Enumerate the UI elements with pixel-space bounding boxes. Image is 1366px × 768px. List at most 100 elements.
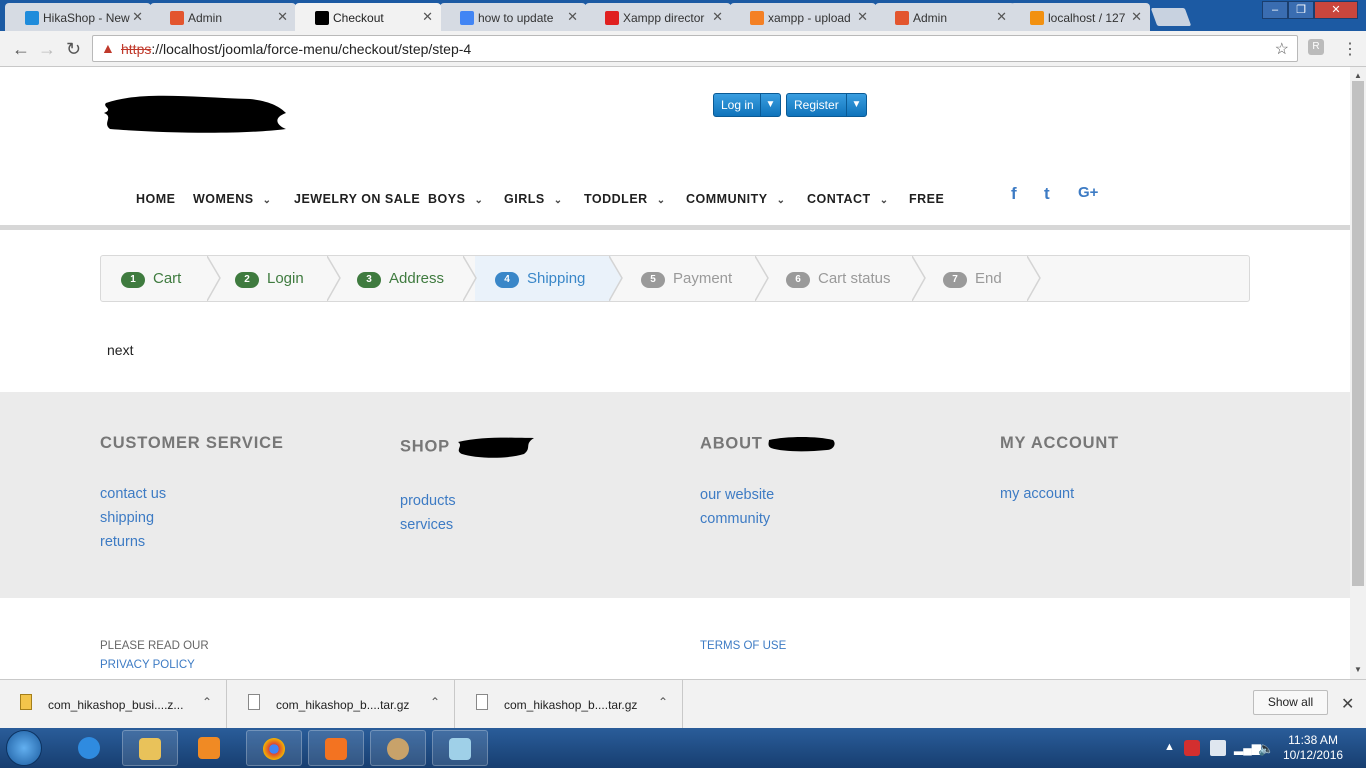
step-cart-status: 6 Cart status <box>766 256 914 301</box>
notepad-icon[interactable] <box>432 730 488 766</box>
chevron-down-icon[interactable]: ▼ <box>846 94 866 116</box>
nav-item-community[interactable]: COMMUNITY ⌄ <box>686 192 785 206</box>
close-tab-icon[interactable]: ✕ <box>996 9 1007 25</box>
footer-link[interactable]: services <box>400 516 536 534</box>
browser-tab[interactable]: how to update ✕ <box>440 3 586 31</box>
bookmark-star-icon[interactable]: ☆ <box>1275 39 1289 59</box>
paint-icon[interactable] <box>370 730 426 766</box>
antivirus-icon[interactable] <box>1184 740 1200 756</box>
extension-icon[interactable]: R <box>1308 39 1324 55</box>
minimize-button[interactable]: – <box>1262 1 1288 19</box>
footer-link[interactable]: our website <box>700 486 837 504</box>
back-icon[interactable]: ← <box>12 39 30 60</box>
footer-link[interactable]: community <box>700 510 837 528</box>
network-icon[interactable]: ▂▄▆ <box>1234 741 1261 755</box>
chevron-down-icon: ⌄ <box>553 195 563 206</box>
footer-link[interactable]: shipping <box>100 509 284 527</box>
terms-of-use-link[interactable]: TERMS OF USE <box>700 640 786 652</box>
footer-link[interactable]: contact us <box>100 485 284 503</box>
file-explorer-icon[interactable] <box>122 730 178 766</box>
nav-item-boys[interactable]: BOYS ⌄ <box>428 192 483 206</box>
new-tab-button[interactable] <box>1150 8 1192 26</box>
nav-item-womens[interactable]: WOMENS ⌄ <box>193 192 272 206</box>
footer-link[interactable]: my account <box>1000 485 1119 503</box>
scroll-down-icon[interactable]: ▼ <box>1354 665 1362 674</box>
step-separator <box>755 256 769 301</box>
facebook-icon[interactable]: f <box>1011 184 1017 204</box>
close-tab-icon[interactable]: ✕ <box>132 9 143 25</box>
tab-favicon-icon <box>170 11 184 25</box>
nav-item-contact[interactable]: CONTACT ⌄ <box>807 192 889 206</box>
close-tab-icon[interactable]: ✕ <box>712 9 723 25</box>
close-tab-icon[interactable]: ✕ <box>857 9 868 25</box>
chevron-up-icon[interactable]: ⌃ <box>202 695 212 709</box>
tab-title: Checkout <box>333 11 384 25</box>
browser-tab[interactable]: Admin ✕ <box>875 3 1015 31</box>
nav-item-home[interactable]: HOME <box>136 192 176 206</box>
google-plus-icon[interactable]: G+ <box>1078 184 1098 201</box>
reload-icon[interactable]: ↻ <box>66 39 81 60</box>
close-window-button[interactable]: ✕ <box>1314 1 1358 19</box>
step-cart[interactable]: 1 Cart <box>101 256 207 301</box>
twitter-icon[interactable]: t <box>1044 184 1050 204</box>
step-number: 1 <box>121 272 145 288</box>
footer-link[interactable]: products <box>400 492 536 510</box>
step-login[interactable]: 2 Login <box>215 256 327 301</box>
nav-item-jewelry-on-sale[interactable]: JEWELRY ON SALE <box>294 192 420 206</box>
start-button[interactable] <box>6 730 42 766</box>
action-center-icon[interactable] <box>1210 740 1226 756</box>
show-all-button[interactable]: Show all <box>1253 690 1328 715</box>
maximize-button[interactable]: ❐ <box>1288 1 1314 19</box>
tab-favicon-icon <box>1030 11 1044 25</box>
step-separator <box>912 256 926 301</box>
nav-item-girls[interactable]: GIRLS ⌄ <box>504 192 563 206</box>
browser-tab[interactable]: Checkout ✕ <box>295 3 441 31</box>
login-label: Log in <box>721 98 754 112</box>
step-address[interactable]: 3 Address <box>337 256 465 301</box>
url-path: ://localhost/joomla/force-menu/checkout/… <box>151 41 472 57</box>
tab-title: Admin <box>188 11 223 25</box>
register-button[interactable]: Register ▼ <box>786 93 867 117</box>
internet-explorer-icon[interactable] <box>62 730 118 766</box>
page-scrollbar[interactable]: ▲ ▼ <box>1350 67 1366 679</box>
forward-icon[interactable]: → <box>38 39 56 60</box>
footer-heading: ABOUT <box>700 434 763 453</box>
xampp-icon[interactable] <box>308 730 364 766</box>
close-tab-icon[interactable]: ✕ <box>277 9 288 25</box>
scroll-up-icon[interactable]: ▲ <box>1354 71 1362 80</box>
login-button[interactable]: Log in ▼ <box>713 93 781 117</box>
nav-item-toddler[interactable]: TODDLER ⌄ <box>584 192 666 206</box>
chevron-down-icon[interactable]: ▼ <box>760 94 780 116</box>
download-item[interactable]: com_hikashop_busi....z... ⌃ <box>0 680 227 728</box>
browser-tab[interactable]: Admin ✕ <box>150 3 296 31</box>
browser-tab[interactable]: xampp - upload ✕ <box>730 3 876 31</box>
download-filename: com_hikashop_b....tar.gz <box>276 698 410 712</box>
close-tab-icon[interactable]: ✕ <box>422 9 433 25</box>
media-player-icon[interactable] <box>182 730 238 766</box>
nav-item-free[interactable]: FREE <box>909 192 944 206</box>
show-hidden-icons-icon[interactable]: ▲ <box>1164 741 1175 753</box>
browser-tab[interactable]: localhost / 127 ✕ <box>1010 3 1150 31</box>
browser-tab[interactable]: HikaShop - New ✕ <box>5 3 151 31</box>
privacy-policy-link[interactable]: PRIVACY POLICY <box>100 659 195 671</box>
footer-column-about: ABOUT our website community <box>700 434 837 528</box>
step-number: 5 <box>641 272 665 288</box>
browser-menu-icon[interactable]: ⋮ <box>1342 39 1358 59</box>
close-icon[interactable]: ✕ <box>1341 694 1354 714</box>
step-shipping[interactable]: 4 Shipping <box>475 256 611 301</box>
scrollbar-thumb[interactable] <box>1352 81 1364 586</box>
taskbar-clock[interactable]: 11:38 AM 10/12/2016 <box>1283 733 1343 763</box>
close-tab-icon[interactable]: ✕ <box>1131 9 1142 25</box>
browser-tab[interactable]: Xampp director ✕ <box>585 3 731 31</box>
footer-link[interactable]: returns <box>100 533 284 551</box>
url-input[interactable]: ▲ https://localhost/joomla/force-menu/ch… <box>92 35 1298 62</box>
chevron-up-icon[interactable]: ⌃ <box>658 695 668 709</box>
chevron-up-icon[interactable]: ⌃ <box>430 695 440 709</box>
volume-icon[interactable]: 🔈 <box>1258 741 1274 757</box>
step-label: Login <box>267 270 304 287</box>
close-tab-icon[interactable]: ✕ <box>567 9 578 25</box>
download-item[interactable]: com_hikashop_b....tar.gz ⌃ <box>456 680 683 728</box>
tab-title: xampp - upload <box>768 11 851 25</box>
chrome-icon[interactable] <box>246 730 302 766</box>
download-item[interactable]: com_hikashop_b....tar.gz ⌃ <box>228 680 455 728</box>
